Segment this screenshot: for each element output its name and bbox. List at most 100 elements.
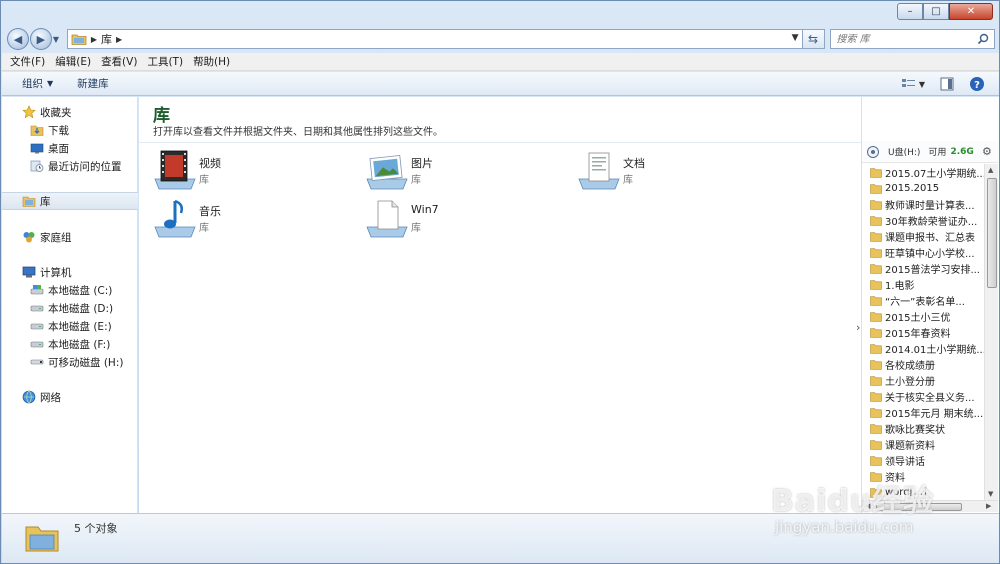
- folder-list-item[interactable]: 资料: [870, 468, 984, 484]
- folder-list-item[interactable]: 课题申报书、汇总表: [870, 228, 984, 244]
- library-type: 库: [199, 175, 209, 186]
- gear-icon[interactable]: ⚙: [982, 145, 994, 158]
- folder-list-item[interactable]: 教师课时量计算表...: [870, 196, 984, 212]
- folder-name: 2015年元月 期末统...: [885, 408, 984, 420]
- search-icon[interactable]: [977, 33, 989, 45]
- scroll-down-icon[interactable]: ▼: [988, 490, 993, 498]
- recent-pages-dropdown[interactable]: ▼: [53, 35, 63, 44]
- library-tile-music[interactable]: 音乐 库: [153, 197, 353, 243]
- sidebar-item-label: 可移动磁盘 (H:): [48, 356, 124, 369]
- library-type: 库: [623, 175, 633, 186]
- sidebar-item-network[interactable]: 网络: [22, 388, 61, 406]
- folder-list-item[interactable]: 课题新资料: [870, 436, 984, 452]
- folder-list-item[interactable]: “六一”表彰名单...: [870, 292, 984, 308]
- sidebar-item-libraries[interactable]: 库: [2, 192, 138, 210]
- sidebar-item-label: 家庭组: [40, 231, 72, 244]
- sidebar-item-computer[interactable]: 计算机: [22, 263, 72, 281]
- explorer-window: – □ ✕ ◀ ▶ ▼ ▶ 库 ▶ ▼ ⇆ 搜索 库 文件(F) 编辑(E) 查…: [0, 0, 1000, 564]
- drive-header: U盘(H:) 可用 2.6G ⚙: [862, 141, 998, 163]
- horizontal-scroll-thumb[interactable]: [876, 503, 962, 511]
- sidebar-item-drive-h[interactable]: 可移动磁盘 (H:): [30, 353, 123, 371]
- preview-pane-icon[interactable]: [939, 76, 955, 92]
- scroll-up-icon[interactable]: ▲: [988, 166, 993, 174]
- view-controls: ▼ ?: [901, 76, 985, 92]
- folder-list-item[interactable]: 土小登分册: [870, 372, 984, 388]
- sidebar-item-drive-e[interactable]: 本地磁盘 (E:): [30, 317, 112, 335]
- folder-icon: [870, 199, 882, 210]
- library-name: 音乐: [199, 205, 221, 218]
- minimize-button[interactable]: –: [897, 3, 923, 20]
- library-type: 库: [411, 175, 421, 186]
- folder-list-item[interactable]: 2015年春资料: [870, 324, 984, 340]
- scroll-right-icon[interactable]: ▶: [986, 502, 991, 510]
- folder-list-item[interactable]: word[...]: [870, 484, 984, 500]
- menu-edit[interactable]: 编辑(E): [55, 54, 91, 69]
- folder-list-item[interactable]: 2015土小三优: [870, 308, 984, 324]
- hard-drive-icon: [30, 305, 44, 312]
- folder-list-item[interactable]: 1.电影: [870, 276, 984, 292]
- sidebar-item-drive-c[interactable]: 本地磁盘 (C:): [30, 281, 112, 299]
- documents-library-icon: [578, 152, 620, 190]
- breadcrumb-separator-icon[interactable]: ▶: [116, 35, 122, 44]
- horizontal-scrollbar[interactable]: ◀ ▶: [862, 500, 998, 512]
- page-description: 打开库以查看文件并根据文件夹、日期和其他属性排列这些文件。: [153, 127, 443, 138]
- folder-icon: [870, 295, 882, 306]
- sidebar-item-drive-d[interactable]: 本地磁盘 (D:): [30, 299, 113, 317]
- folder-icon: [870, 215, 882, 226]
- folder-list-item[interactable]: 2015年元月 期末统...: [870, 404, 984, 420]
- menu-tools[interactable]: 工具(T): [147, 54, 183, 69]
- folder-name: 关于核实全县义务...: [885, 392, 975, 404]
- close-button[interactable]: ✕: [949, 3, 993, 20]
- library-tile-documents[interactable]: 文档 库: [577, 149, 777, 195]
- address-bar[interactable]: ▶ 库 ▶ ▼: [66, 29, 803, 49]
- sidebar-item-desktop[interactable]: 桌面: [30, 139, 69, 157]
- removable-drive-icon: [30, 359, 44, 365]
- navigation-pane: 收藏夹 下载 桌面 最近访问的位置 库 家庭组 计算机 本地磁盘 (C:) 本地…: [2, 97, 138, 513]
- library-tile-videos[interactable]: 视频 库: [153, 149, 353, 195]
- breadcrumb-library[interactable]: 库: [101, 31, 112, 47]
- sidebar-item-downloads[interactable]: 下载: [30, 121, 69, 139]
- sidebar-item-drive-f[interactable]: 本地磁盘 (F:): [30, 335, 110, 353]
- refresh-button[interactable]: ⇆: [802, 29, 825, 49]
- folder-list-item[interactable]: 2014.01土小学期统...: [870, 340, 984, 356]
- sidebar-item-label: 本地磁盘 (C:): [48, 284, 113, 297]
- maximize-button[interactable]: □: [923, 3, 949, 20]
- library-type: 库: [199, 223, 209, 234]
- window-controls: – □ ✕: [897, 3, 993, 20]
- vertical-scroll-thumb[interactable]: [987, 178, 997, 288]
- folder-list-item[interactable]: 30年教龄荣誉证办...: [870, 212, 984, 228]
- sidebar-item-recent-places[interactable]: 最近访问的位置: [30, 157, 122, 175]
- change-view-button[interactable]: ▼: [901, 76, 925, 92]
- library-tile-pictures[interactable]: 图片 库: [365, 149, 565, 195]
- vertical-scrollbar[interactable]: ▲ ▼: [984, 164, 998, 500]
- folder-list-item[interactable]: 2015普法学习安排...: [870, 260, 984, 276]
- folder-icon: [870, 375, 882, 386]
- scroll-left-icon[interactable]: ◀: [865, 502, 870, 510]
- search-input[interactable]: [836, 33, 967, 45]
- folder-list-item[interactable]: 领导讲话: [870, 452, 984, 468]
- new-library-button[interactable]: 新建库: [77, 76, 109, 91]
- chevron-down-icon[interactable]: ▼: [792, 33, 799, 43]
- library-tile-win7[interactable]: Win7 库: [365, 197, 565, 243]
- free-space-label: 可用: [928, 148, 947, 158]
- sidebar-item-homegroup[interactable]: 家庭组: [22, 228, 72, 246]
- folder-list-item[interactable]: 2015.07土小学期统...: [870, 164, 984, 180]
- organize-button[interactable]: 组织 ▼: [22, 76, 53, 91]
- forward-button[interactable]: ▶: [29, 28, 52, 50]
- menu-file[interactable]: 文件(F): [10, 54, 45, 69]
- folder-list-item[interactable]: 旺草镇中心小学校...: [870, 244, 984, 260]
- sidebar-item-favorites[interactable]: 收藏夹: [22, 103, 72, 121]
- folder-list-item[interactable]: 各校成绩册: [870, 356, 984, 372]
- menu-view[interactable]: 查看(V): [101, 54, 137, 69]
- menu-help[interactable]: 帮助(H): [193, 54, 230, 69]
- folder-name: 2015.07土小学期统...: [885, 168, 984, 180]
- search-box[interactable]: [829, 29, 995, 49]
- folder-list-item[interactable]: 关于核实全县义务...: [870, 388, 984, 404]
- sidebar-item-label: 本地磁盘 (F:): [48, 338, 111, 351]
- folder-icon: [870, 471, 882, 482]
- folder-list-item[interactable]: 歌咏比赛奖状: [870, 420, 984, 436]
- help-icon[interactable]: ?: [969, 76, 985, 92]
- folder-list-item[interactable]: 2015.2015: [870, 180, 984, 196]
- back-button[interactable]: ◀: [7, 28, 29, 50]
- breadcrumb-separator-icon[interactable]: ▶: [91, 35, 97, 44]
